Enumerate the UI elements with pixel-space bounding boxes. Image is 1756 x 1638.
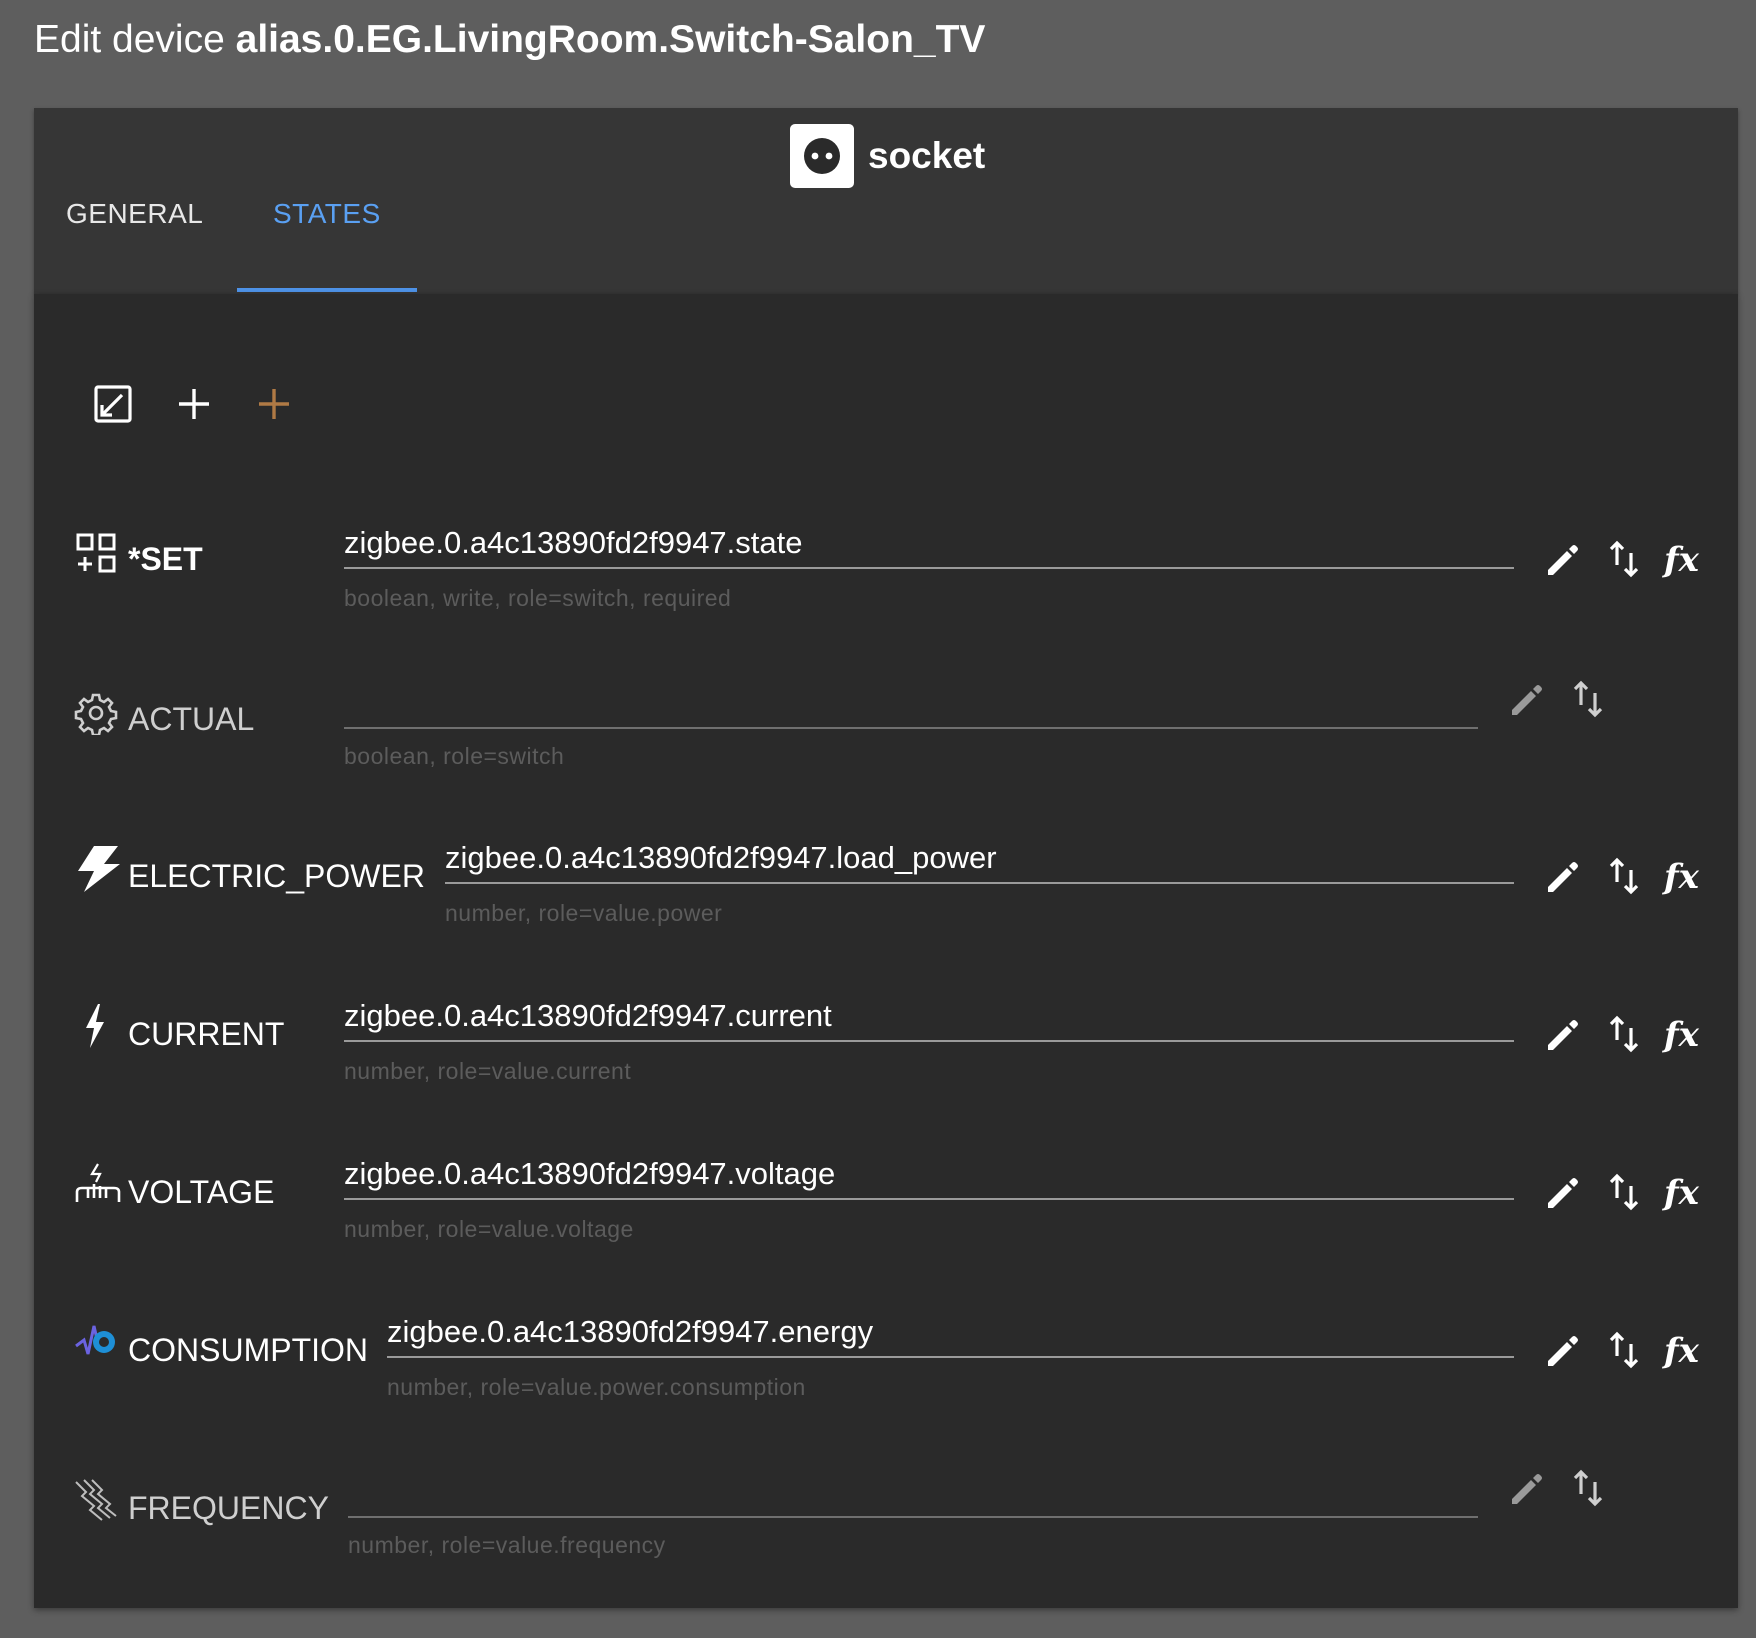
pencil-icon[interactable] — [1540, 1170, 1584, 1214]
state-id-input[interactable]: zigbee.0.a4c13890fd2f9947.voltage — [344, 1154, 1514, 1200]
svg-text:fx: fx — [1662, 857, 1700, 897]
device-type-label: socket — [868, 135, 986, 176]
formula-icon[interactable]: fx — [1662, 1170, 1706, 1214]
formula-icon[interactable]: fx — [1662, 1012, 1706, 1056]
formula-icon[interactable]: fx — [1662, 1328, 1706, 1372]
add-icon[interactable] — [170, 380, 218, 428]
swap-vertical-icon[interactable] — [1602, 854, 1646, 898]
state-name: ELECTRIC_POWER — [128, 858, 425, 894]
state-name: *SET — [128, 541, 203, 577]
pencil-icon[interactable] — [1504, 677, 1548, 721]
svg-text:fx: fx — [1662, 1331, 1700, 1371]
state-name: FREQUENCY — [128, 1490, 329, 1526]
state-id-input[interactable] — [344, 683, 1478, 729]
tab-general[interactable]: GENERAL — [66, 198, 203, 238]
device-type-badge: socket — [790, 124, 985, 188]
add-optional-icon[interactable] — [250, 380, 298, 428]
lightning-icon — [74, 844, 124, 894]
frequency-icon — [74, 1478, 118, 1522]
state-id-input[interactable] — [348, 1472, 1478, 1518]
state-name: ACTUAL — [128, 701, 255, 737]
dialog-title-device-id: alias.0.EG.LivingRoom.Switch-Salon_TV — [235, 18, 986, 61]
state-helper-text: number, role=value.voltage — [344, 1216, 634, 1242]
expand-icon[interactable] — [89, 380, 137, 428]
dialog-title: Edit device alias.0.EG.LivingRoom.Switch… — [34, 18, 985, 62]
consumption-icon — [74, 1318, 118, 1362]
widgets-icon — [74, 531, 118, 575]
state-row-set: *SET zigbee.0.a4c13890fd2f9947.state boo… — [34, 505, 1738, 635]
tab-states[interactable]: STATES — [273, 198, 381, 238]
formula-icon[interactable]: fx — [1662, 537, 1706, 581]
state-name: CURRENT — [128, 1016, 285, 1052]
state-helper-text: number, role=value.power.consumption — [387, 1374, 806, 1400]
state-row-frequency: FREQUENCY number, role=value.frequency — [34, 1452, 1738, 1582]
state-helper-text: number, role=value.current — [344, 1058, 632, 1084]
svg-text:fx: fx — [1662, 1173, 1700, 1213]
state-row-current: CURRENT zigbee.0.a4c13890fd2f9947.curren… — [34, 978, 1738, 1108]
active-tab-indicator — [237, 288, 417, 292]
pencil-icon[interactable] — [1540, 854, 1584, 898]
formula-icon[interactable]: fx — [1662, 854, 1706, 898]
socket-icon — [790, 124, 854, 188]
bolt-icon — [74, 1002, 118, 1048]
pencil-icon[interactable] — [1540, 537, 1584, 581]
state-helper-text: boolean, write, role=switch, required — [344, 585, 732, 611]
swap-vertical-icon[interactable] — [1602, 1170, 1646, 1214]
state-id-input[interactable]: zigbee.0.a4c13890fd2f9947.energy — [387, 1312, 1514, 1358]
swap-vertical-icon[interactable] — [1602, 1328, 1646, 1372]
state-helper-text: number, role=value.power — [445, 900, 723, 926]
state-helper-text: number, role=value.frequency — [348, 1532, 666, 1558]
gear-icon — [74, 691, 118, 737]
state-row-electric-power: ELECTRIC_POWER zigbee.0.a4c13890fd2f9947… — [34, 820, 1738, 950]
svg-text:fx: fx — [1662, 1015, 1700, 1055]
state-id-input[interactable]: zigbee.0.a4c13890fd2f9947.state — [344, 523, 1514, 569]
swap-vertical-icon[interactable] — [1602, 1012, 1646, 1056]
voltage-icon — [74, 1162, 122, 1206]
state-row-actual: ACTUAL boolean, role=switch — [34, 663, 1738, 793]
dialog-title-prefix: Edit device — [34, 18, 225, 61]
state-helper-text: boolean, role=switch — [344, 743, 565, 769]
swap-vertical-icon[interactable] — [1602, 537, 1646, 581]
swap-vertical-icon[interactable] — [1566, 677, 1610, 721]
pencil-icon[interactable] — [1540, 1328, 1584, 1372]
state-id-input[interactable]: zigbee.0.a4c13890fd2f9947.current — [344, 996, 1514, 1042]
state-name: CONSUMPTION — [128, 1332, 368, 1368]
state-name: VOLTAGE — [128, 1174, 275, 1210]
swap-vertical-icon[interactable] — [1566, 1466, 1610, 1510]
state-row-consumption: CONSUMPTION zigbee.0.a4c13890fd2f9947.en… — [34, 1294, 1738, 1424]
state-row-voltage: VOLTAGE zigbee.0.a4c13890fd2f9947.voltag… — [34, 1136, 1738, 1266]
pencil-icon[interactable] — [1504, 1466, 1548, 1510]
state-id-input[interactable]: zigbee.0.a4c13890fd2f9947.load_power — [445, 838, 1514, 884]
pencil-icon[interactable] — [1540, 1012, 1584, 1056]
svg-text:fx: fx — [1662, 540, 1700, 580]
